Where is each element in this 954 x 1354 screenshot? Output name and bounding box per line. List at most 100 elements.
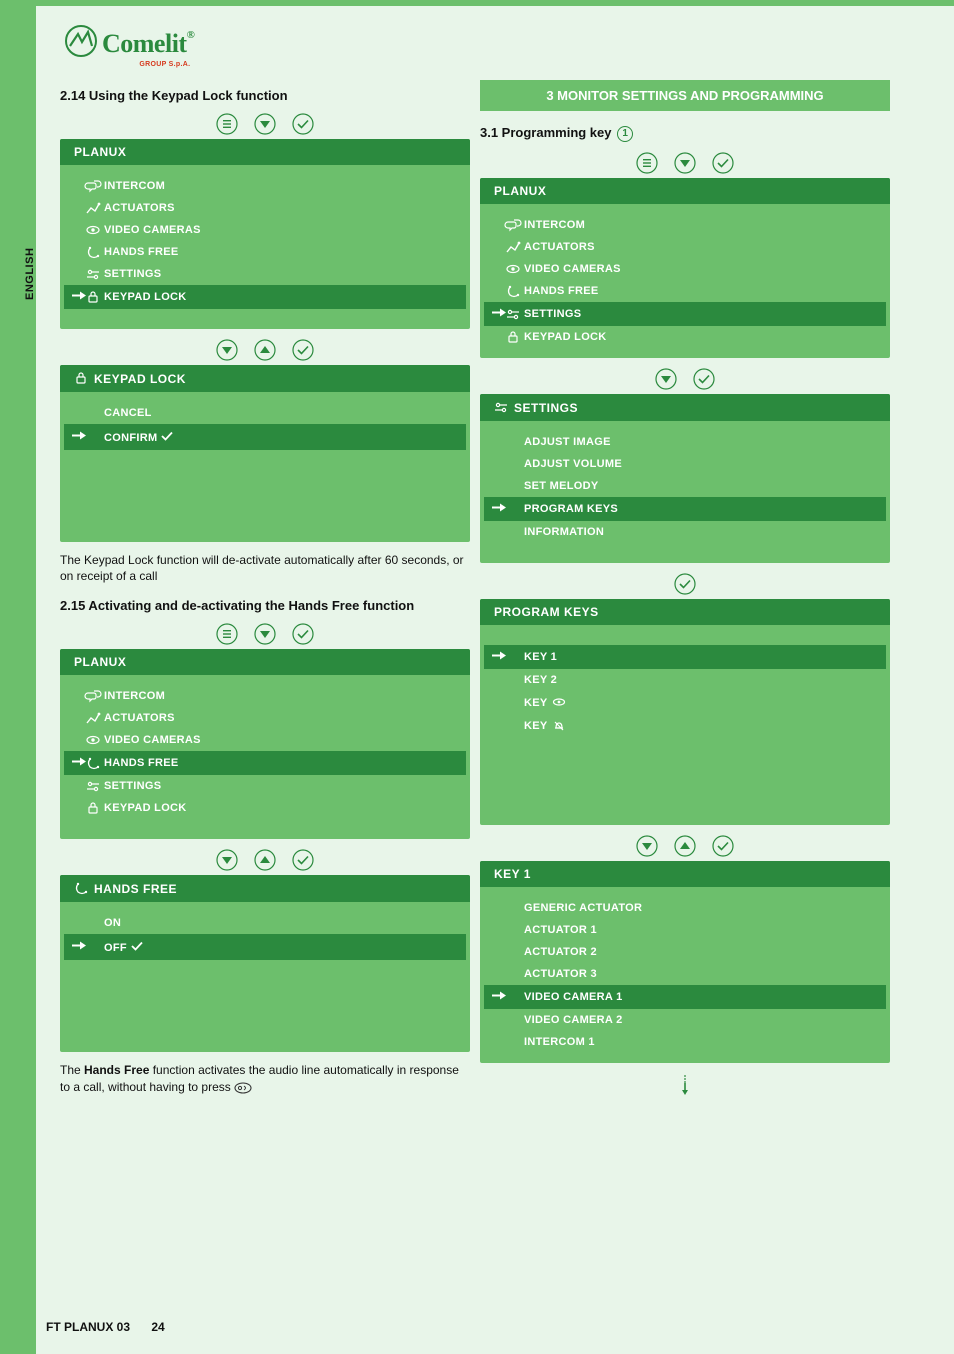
settings-adjust-volume[interactable]: ADJUST VOLUME [484,453,886,475]
option-confirm[interactable]: CONFIRM [64,424,466,450]
planux-header: PLANUX [480,178,890,204]
menu-item-video-cameras[interactable]: VIDEO CAMERAS [64,219,466,241]
intercom-icon [506,218,520,232]
confirm-icon [292,113,314,135]
menu-item-actuators[interactable]: ACTUATORS [64,707,466,729]
menu-item-intercom[interactable]: INTERCOM [64,175,466,197]
settings-information[interactable]: INFORMATION [484,521,886,543]
keypad-lock-header: KEYPAD LOCK [60,365,470,392]
confirm-icon [292,623,314,645]
arrow-right-icon [492,307,506,320]
intercom-icon [86,179,100,193]
option-cancel[interactable]: CANCEL [64,402,466,424]
key1-header: KEY 1 [480,861,890,887]
menu-item-video-cameras[interactable]: VIDEO CAMERAS [484,258,886,280]
option-off[interactable]: OFF [64,934,466,960]
down-icon [636,835,658,857]
nav-icons-3 [60,623,470,645]
planux-menu-panel-1: PLANUX INTERCOM ACTUATORS VIDEO CAMERAS … [60,139,470,329]
settings-adjust-image[interactable]: ADJUST IMAGE [484,431,886,453]
menu-item-intercom[interactable]: INTERCOM [484,214,886,236]
page-number: 24 [151,1320,164,1334]
confirm-icon [693,368,715,390]
menu-item-hands-free[interactable]: HANDS FREE [484,280,886,302]
page-footer: FT PLANUX 03 24 [46,1320,165,1334]
menu-item-settings[interactable]: SETTINGS [64,775,466,797]
menu-item-hands-free[interactable]: HANDS FREE [64,751,466,775]
planux-header: PLANUX [60,649,470,675]
camera-icon [506,262,520,276]
confirm-icon [292,849,314,871]
logo-mark-icon [64,24,98,63]
nav-icons-8 [480,835,890,857]
menu-item-hands-free[interactable]: HANDS FREE [64,241,466,263]
menu-icon [216,623,238,645]
arrow-right-icon [72,431,86,444]
planux-menu-panel-2: PLANUX INTERCOM ACTUATORS VIDEO CAMERAS … [60,649,470,839]
nav-icons-5 [480,152,890,174]
confirm-icon [712,152,734,174]
menu-item-keypad-lock[interactable]: KEYPAD LOCK [484,326,886,348]
nav-icons-6 [480,368,890,390]
key1-actuator-2[interactable]: ACTUATOR 2 [484,941,886,963]
brand-logo: Comelit® GROUP S.p.A. [64,24,194,68]
program-keys-key-eye[interactable]: KEY [484,691,886,714]
settings-set-melody[interactable]: SET MELODY [484,475,886,497]
key1-intercom-1[interactable]: INTERCOM 1 [484,1031,886,1053]
down-icon [655,368,677,390]
confirm-icon [674,573,696,595]
nav-icons-7 [480,573,890,595]
confirm-icon [712,835,734,857]
down-icon [216,849,238,871]
program-keys-key1[interactable]: KEY 1 [484,645,886,669]
arrow-right-icon [72,757,86,770]
menu-item-intercom[interactable]: INTERCOM [64,685,466,707]
menu-item-actuators[interactable]: ACTUATORS [484,236,886,258]
nav-icons-2 [60,339,470,361]
arrow-right-icon [492,502,506,515]
option-on[interactable]: ON [64,912,466,934]
menu-item-keypad-lock[interactable]: KEYPAD LOCK [64,285,466,309]
planux-menu-panel-3: PLANUX INTERCOM ACTUATORS VIDEO CAMERAS … [480,178,890,358]
speak-icon [234,1082,252,1098]
section-2-14-title: 2.14 Using the Keypad Lock function [60,88,470,103]
check-icon [157,432,173,444]
key1-generic-actuator[interactable]: GENERIC ACTUATOR [484,897,886,919]
menu-item-settings[interactable]: SETTINGS [484,302,886,326]
settings-icon [86,267,100,281]
doc-code: FT PLANUX 03 [46,1320,130,1334]
menu-item-actuators[interactable]: ACTUATORS [64,197,466,219]
continue-down-icon [480,1073,890,1100]
lock-icon [86,290,100,304]
menu-icon [636,152,658,174]
brand-name: Comelit® [102,29,194,59]
program-keys-key-bell[interactable]: KEY [484,714,886,737]
down-icon [674,152,696,174]
arrow-right-icon [72,291,86,304]
key1-video-camera-2[interactable]: VIDEO CAMERA 2 [484,1009,886,1031]
handsfree-icon [86,245,100,259]
nav-icons-4 [60,849,470,871]
key1-video-camera-1[interactable]: VIDEO CAMERA 1 [484,985,886,1009]
lock-icon [506,330,520,344]
check-icon [127,942,143,954]
note-2-15: The Hands Free function activates the au… [60,1062,470,1097]
key1-actuator-3[interactable]: ACTUATOR 3 [484,963,886,985]
hands-free-panel: HANDS FREE ON OFF [60,875,470,1052]
key1-actuator-1[interactable]: ACTUATOR 1 [484,919,886,941]
arrow-right-icon [492,650,506,663]
settings-program-keys[interactable]: PROGRAM KEYS [484,497,886,521]
keypad-lock-panel: KEYPAD LOCK CANCEL CONFIRM [60,365,470,542]
menu-item-settings[interactable]: SETTINGS [64,263,466,285]
note-2-14: The Keypad Lock function will de-activat… [60,552,470,584]
key1-panel: KEY 1 GENERIC ACTUATOR ACTUATOR 1 ACTUAT… [480,861,890,1063]
settings-icon [506,307,520,321]
arrow-right-icon [72,941,86,954]
menu-item-video-cameras[interactable]: VIDEO CAMERAS [64,729,466,751]
down-icon [254,623,276,645]
menu-item-keypad-lock[interactable]: KEYPAD LOCK [64,797,466,819]
actuators-icon [86,201,100,215]
program-keys-key2[interactable]: KEY 2 [484,669,886,691]
settings-icon [86,779,100,793]
top-band [0,0,954,6]
